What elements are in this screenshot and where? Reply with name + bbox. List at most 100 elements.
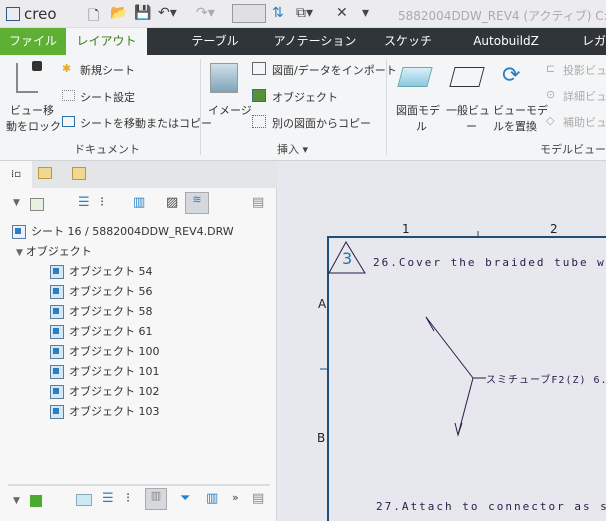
note-27[interactable]: 27.Attach to connector as sho bbox=[376, 500, 606, 513]
import-button[interactable]: 図面/データをインポート bbox=[272, 62, 397, 78]
insert-group-text: 挿入 bbox=[277, 143, 299, 156]
auxiliary-view-button[interactable]: 補助ビュ bbox=[563, 114, 606, 130]
image-icon[interactable] bbox=[210, 63, 238, 93]
replace-view-model-button[interactable]: ビューモデ bbox=[493, 102, 548, 118]
object-button[interactable]: オブジェクト bbox=[272, 89, 338, 105]
sheet-icon[interactable] bbox=[30, 198, 44, 211]
tree-columns-icon[interactable]: ▥ bbox=[133, 195, 145, 210]
model-views-group-text: モデルビュー bbox=[540, 143, 606, 156]
model-views-group-label[interactable]: モデルビュー ▾ bbox=[540, 141, 606, 157]
favorites-tab-icon[interactable] bbox=[72, 167, 86, 180]
general-view-icon[interactable] bbox=[449, 67, 485, 87]
tab-sketch[interactable]: スケッチ bbox=[378, 28, 438, 55]
tree-object-item[interactable]: オブジェクト 58 bbox=[50, 303, 153, 319]
tab-annotation[interactable]: アノテーション bbox=[270, 28, 360, 55]
windows-icon[interactable]: ⧉▾ bbox=[296, 5, 313, 21]
tab-table[interactable]: テーブル bbox=[180, 28, 250, 55]
lock-icon bbox=[32, 61, 42, 71]
detail-view-button[interactable]: 詳細ビュ bbox=[563, 88, 606, 104]
more-icon[interactable]: » bbox=[232, 491, 239, 504]
save-icon[interactable]: 💾 bbox=[134, 5, 151, 21]
tree-sheet-node[interactable]: シート 16 / 5882004DDW_REV4.DRW bbox=[12, 223, 234, 239]
general-view-button-2[interactable]: ー bbox=[466, 118, 477, 134]
panel-divider[interactable] bbox=[8, 484, 270, 486]
new-sheet-button[interactable]: 新規シート bbox=[80, 62, 135, 78]
regenerate-icon[interactable]: ⇅ bbox=[272, 5, 284, 21]
model-tree-panel: ⁞▫ ▼ ☰ ⁝ ▥ ▨ ≋ ▤ シート 16 / 5882004DDW_REV… bbox=[0, 161, 277, 521]
lock-view-label[interactable]: ビュー移 bbox=[10, 102, 54, 118]
projection-icon: ⊏ bbox=[546, 62, 556, 75]
drawing-model-button[interactable]: 図面モデ bbox=[396, 102, 440, 118]
tab-layout[interactable]: レイアウト bbox=[66, 28, 147, 55]
collapse-list-icon[interactable]: ⁝ bbox=[126, 491, 130, 506]
replace-view-model-button-2[interactable]: ルを置換 bbox=[493, 118, 537, 134]
move-copy-icon bbox=[62, 116, 75, 127]
import-icon bbox=[252, 62, 266, 75]
object-icon bbox=[50, 345, 64, 359]
object-icon bbox=[50, 265, 64, 279]
image-button[interactable]: イメージ bbox=[208, 102, 252, 118]
sheet-setup-button[interactable]: シート設定 bbox=[80, 89, 135, 105]
filter-icon[interactable]: ⏷ bbox=[180, 491, 190, 506]
collapse-icon[interactable]: ▼ bbox=[13, 198, 20, 208]
drawing-model-button-2[interactable]: ル bbox=[416, 118, 427, 134]
model-cube-icon[interactable] bbox=[30, 495, 42, 507]
leader-line bbox=[425, 316, 474, 379]
layers-button[interactable]: ≋ bbox=[185, 192, 209, 214]
close-window-icon[interactable]: ✕ bbox=[336, 5, 348, 21]
expand-list-icon[interactable]: ☰ bbox=[102, 491, 114, 506]
collapse-icon[interactable]: ▼ bbox=[13, 496, 20, 506]
settings-icon[interactable]: ▤ bbox=[252, 195, 264, 210]
zone-column-2: 2 bbox=[550, 222, 558, 236]
copy-from-drawing-button[interactable]: 別の図面からコピー bbox=[272, 115, 371, 131]
new-file-icon[interactable]: 🗋 bbox=[88, 5, 99, 29]
drawing-model-icon[interactable] bbox=[397, 67, 433, 87]
detail-icon: ⊙ bbox=[546, 88, 556, 101]
tab-file[interactable]: ファイル bbox=[0, 28, 66, 55]
object-icon bbox=[50, 405, 64, 419]
folder-tab-icon[interactable] bbox=[38, 167, 52, 179]
lock-view-label-2[interactable]: 動をロック bbox=[6, 118, 61, 134]
show-hide-columns-button[interactable]: ▥ bbox=[145, 488, 167, 510]
tree-objects-node[interactable]: ▼ オブジェクト bbox=[16, 243, 92, 259]
tree-object-item[interactable]: オブジェクト 103 bbox=[50, 403, 160, 419]
leader-line bbox=[457, 377, 474, 436]
hatch-icon[interactable]: ▨ bbox=[166, 195, 178, 210]
object-label: オブジェクト 102 bbox=[69, 385, 160, 398]
tree-object-item[interactable]: オブジェクト 61 bbox=[50, 323, 153, 339]
replace-view-model-icon[interactable]: ⟳ bbox=[502, 63, 520, 88]
zone-column-1: 1 bbox=[402, 222, 410, 236]
insert-group-label[interactable]: 挿入 ▾ bbox=[277, 141, 308, 157]
tree-object-item[interactable]: オブジェクト 102 bbox=[50, 383, 160, 399]
copy-from-drawing-icon bbox=[252, 115, 266, 128]
tree-object-item[interactable]: オブジェクト 56 bbox=[50, 283, 153, 299]
tree-object-item[interactable]: オブジェクト 54 bbox=[50, 263, 153, 279]
object-label: オブジェクト 103 bbox=[69, 405, 160, 418]
drawing-canvas[interactable]: 1 2 A B 3 26.Cover the braided tube with… bbox=[278, 161, 606, 521]
tree-object-item[interactable]: オブジェクト 101 bbox=[50, 363, 160, 379]
move-copy-sheet-button[interactable]: シートを移動またはコピー bbox=[80, 115, 212, 131]
expand-icon[interactable]: ▼ bbox=[16, 248, 26, 258]
collapse-list-icon[interactable]: ⁝ bbox=[100, 195, 104, 210]
redo-icon[interactable]: ↷▾ bbox=[196, 5, 215, 21]
tab-legacy[interactable]: レガ bbox=[582, 28, 606, 55]
customize-icon[interactable]: ▾ bbox=[362, 5, 369, 21]
note-26[interactable]: 26.Cover the braided tube with bbox=[373, 256, 606, 269]
select-box-button[interactable] bbox=[232, 4, 266, 23]
general-view-button[interactable]: 一般ビュ bbox=[446, 102, 490, 118]
object-label: オブジェクト 100 bbox=[69, 345, 160, 358]
new-sheet-icon: ✱ bbox=[62, 62, 72, 75]
tab-autobuildz[interactable]: AutobuildZ bbox=[466, 28, 546, 55]
undo-icon[interactable]: ↶▾ bbox=[158, 5, 177, 21]
arrowhead bbox=[454, 422, 463, 437]
projection-view-button[interactable]: 投影ビュ bbox=[563, 62, 606, 78]
tree-object-item[interactable]: オブジェクト 100 bbox=[50, 343, 160, 359]
expand-list-icon[interactable]: ☰ bbox=[78, 195, 90, 210]
settings-icon[interactable]: ▤ bbox=[252, 491, 264, 506]
window-title: 5882004DDW_REV4 (アクティブ) C:¥U bbox=[398, 9, 606, 23]
tree-columns-icon[interactable]: ▥ bbox=[206, 491, 218, 506]
model-tree-tab[interactable]: ⁞▫ bbox=[0, 161, 32, 188]
drawing-model-icon[interactable] bbox=[76, 494, 92, 506]
open-folder-icon[interactable]: 📂 bbox=[110, 5, 127, 21]
leader-note[interactable]: スミチューブF2(Z) 6.0 bbox=[486, 371, 606, 386]
